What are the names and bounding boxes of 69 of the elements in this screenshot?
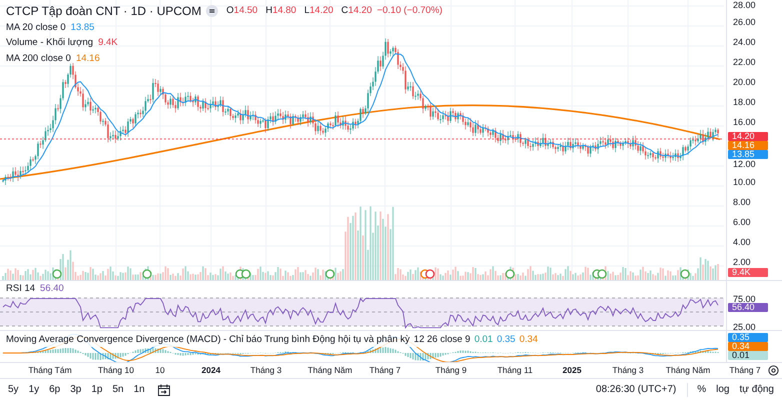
ohlc-value: O14.50 [226, 4, 258, 18]
range-button[interactable]: 1p [87, 382, 106, 398]
range-button[interactable]: 6p [45, 382, 64, 398]
axis-label: 10.00 [733, 177, 756, 187]
indicator-name: Volume - Khối lượng [6, 36, 94, 50]
axis-label: 22.00 [733, 57, 756, 67]
axis-label: 75.00 [733, 294, 756, 304]
symbol-title: CTCP Tập đoàn CNT · 1D · UPCOM [6, 3, 202, 20]
macd-label: 0.35 [728, 333, 768, 342]
axis-label: 26.00 [733, 17, 756, 27]
axis-label: 28.00 [733, 0, 756, 10]
price-label: 14.20 [728, 132, 768, 141]
axis-label: 16.00 [733, 117, 756, 127]
indicator-value: 0.35 [496, 333, 516, 347]
time-label: 10 [155, 365, 165, 376]
time-label: 2024 [202, 365, 220, 376]
price-label: 14.16 [728, 141, 768, 150]
indicator-value: 13.85 [70, 21, 94, 35]
rsi-label: 56.40 [728, 303, 768, 312]
range-button[interactable]: 1y [24, 382, 44, 398]
clock: 08:26:30 (UTC+7) [596, 383, 678, 397]
indicator-name: Moving Average Convergence Divergence (MACD) - Chỉ báo Trung bình Động hội tụ và phân kỳ [6, 333, 410, 347]
time-label: Tháng 9 [435, 365, 467, 376]
scale-option[interactable]: log [712, 382, 734, 398]
time-label: Tháng 7 [369, 365, 401, 376]
indicator-value: 0.01 [474, 333, 493, 347]
ohlc-value: H14.80 [266, 4, 296, 18]
axis-label: 24.00 [733, 37, 756, 47]
time-label: Tháng Năm [308, 365, 352, 376]
axis-label: 18.00 [733, 97, 756, 107]
range-button[interactable]: 1n [130, 382, 149, 398]
axis-label: 25.00 [733, 322, 756, 332]
time-label: 2025 [562, 365, 582, 376]
indicator-value: 0.34 [519, 333, 538, 347]
axis-label: 12.00 [733, 159, 756, 169]
time-label: Tháng 3 [612, 365, 644, 376]
scale-option[interactable]: tự động [736, 382, 778, 398]
time-label: Tháng 11 [497, 365, 533, 376]
range-button[interactable]: 5y [4, 382, 23, 398]
time-label: Tháng Tám [28, 365, 72, 376]
indicator-value: 56.40 [40, 282, 64, 296]
indicator-name: RSI 14 [6, 282, 36, 296]
axis-label: 8.00 [733, 197, 751, 207]
indicator-name: MA 20 close 0 [6, 21, 66, 35]
time-label: Tháng 3 [250, 365, 282, 376]
time-label: Tháng 7 [729, 365, 761, 376]
time-label: Tháng Năm [666, 365, 710, 376]
macd-label: 0.01 [728, 351, 768, 360]
scale-option[interactable]: % [693, 382, 710, 398]
calendar-icon[interactable] [156, 382, 171, 396]
ohlc-value: C14.20 [341, 4, 372, 18]
price-change: −0.10 (−0.70%) [376, 4, 442, 18]
ohlc-value: L14.20 [304, 4, 334, 18]
menu-icon[interactable] [206, 5, 218, 17]
axis-label: 20.00 [733, 77, 756, 87]
indicator-value: 9.4K [98, 36, 118, 50]
indicator-value: 14.16 [76, 52, 100, 66]
range-button[interactable]: 3p [66, 382, 86, 398]
indicator-params: 12 26 close 9 [414, 333, 470, 347]
time-label: Tháng 10 [98, 365, 134, 376]
axis-label: 6.00 [733, 217, 751, 227]
axis-label: 4.00 [733, 237, 751, 247]
settings-icon[interactable] [768, 365, 780, 376]
macd-label: 0.34 [728, 342, 768, 351]
volume-label: 9.4K [728, 268, 768, 277]
axis-label: 2.00 [733, 257, 751, 267]
price-label: 13.85 [728, 150, 768, 159]
range-button[interactable]: 5n [108, 382, 128, 398]
indicator-name: MA 200 close 0 [6, 52, 71, 66]
